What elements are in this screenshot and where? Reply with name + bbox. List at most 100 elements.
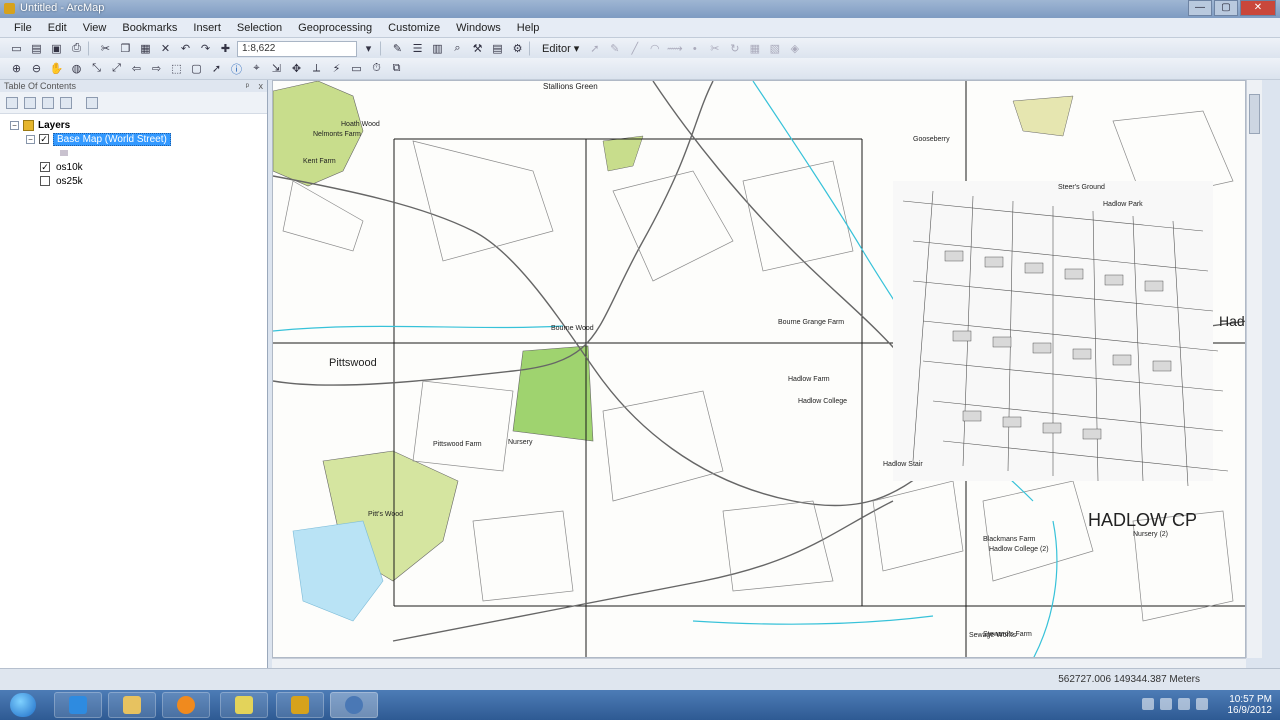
map-scale-input[interactable]: 1:8,622 xyxy=(237,40,357,57)
catalog-icon[interactable]: ▥ xyxy=(429,40,446,57)
time-slider-icon[interactable]: ⏱ xyxy=(368,60,385,77)
create-features-icon[interactable]: ◈ xyxy=(786,40,803,57)
zoom-in-icon[interactable]: ⊕ xyxy=(8,60,25,77)
list-by-drawing-order-icon[interactable] xyxy=(6,96,18,109)
tray-arrow-icon[interactable] xyxy=(1142,698,1154,710)
trace-icon[interactable]: ⟿ xyxy=(666,40,683,57)
menu-windows[interactable]: Windows xyxy=(448,22,509,34)
editor-menu[interactable]: Editor ▾ xyxy=(538,42,583,55)
minimize-button[interactable]: — xyxy=(1188,0,1212,16)
menu-edit[interactable]: Edit xyxy=(40,22,75,34)
taskbar-media-player[interactable] xyxy=(162,692,210,718)
fixed-zoom-in-icon[interactable]: ⤡ xyxy=(88,60,105,77)
taskbar-arccatalog[interactable] xyxy=(330,692,378,718)
hyperlink-icon[interactable]: ⚡ xyxy=(328,60,345,77)
list-by-selection-icon[interactable] xyxy=(60,96,72,109)
clear-selection-icon[interactable]: ▢ xyxy=(188,60,205,77)
close-button[interactable]: ✕ xyxy=(1240,0,1276,16)
arctoolbox-icon[interactable]: ⚒ xyxy=(469,40,486,57)
add-data-icon[interactable]: ✚ xyxy=(217,40,234,57)
map-horizontal-scrollbar[interactable] xyxy=(272,658,1246,668)
create-viewer-icon[interactable]: ⧉ xyxy=(388,60,405,77)
menu-file[interactable]: File xyxy=(6,22,40,34)
find-route-icon[interactable]: ⇲ xyxy=(268,60,285,77)
collapse-icon[interactable]: − xyxy=(10,120,19,130)
map-vertical-scrollbar[interactable] xyxy=(1246,80,1262,658)
layers-group-row[interactable]: − Layers xyxy=(0,118,267,132)
model-builder-icon[interactable]: ⚙ xyxy=(509,40,526,57)
edit-tool-icon[interactable]: ➚ xyxy=(586,40,603,57)
volume-icon[interactable] xyxy=(1196,698,1208,710)
taskbar-arcmap[interactable] xyxy=(276,692,324,718)
rotate-tool-icon[interactable]: ↻ xyxy=(726,40,743,57)
taskbar-help[interactable] xyxy=(220,692,268,718)
sketch-tool-icon[interactable]: ✎ xyxy=(606,40,623,57)
network-icon[interactable] xyxy=(1178,698,1190,710)
delete-icon[interactable]: ✕ xyxy=(157,40,174,57)
identify-icon[interactable]: ⓘ xyxy=(228,60,245,77)
end-point-arc-icon[interactable]: ◠ xyxy=(646,40,663,57)
straight-segment-icon[interactable]: ╱ xyxy=(626,40,643,57)
redo-icon[interactable]: ↷ xyxy=(197,40,214,57)
layer-row-basemap[interactable]: − ✓ Base Map (World Street) xyxy=(0,132,267,146)
undo-icon[interactable]: ↶ xyxy=(177,40,194,57)
new-document-icon[interactable]: ▭ xyxy=(8,40,25,57)
layer-visibility-checkbox[interactable]: ✓ xyxy=(39,134,49,144)
expand-icon[interactable]: − xyxy=(26,134,35,144)
menu-view[interactable]: View xyxy=(75,22,115,34)
cut-icon[interactable]: ✂ xyxy=(97,40,114,57)
measure-icon[interactable]: ⟂ xyxy=(308,60,325,77)
taskbar-internet-explorer[interactable] xyxy=(54,692,102,718)
editor-toolbar-icon[interactable]: ✎ xyxy=(389,40,406,57)
menu-geoprocessing[interactable]: Geoprocessing xyxy=(290,22,380,34)
go-to-xy-icon[interactable]: ✥ xyxy=(288,60,305,77)
options-icon[interactable] xyxy=(86,96,98,109)
menu-bookmarks[interactable]: Bookmarks xyxy=(114,22,185,34)
zoom-out-icon[interactable]: ⊖ xyxy=(28,60,45,77)
map-canvas[interactable]: Stallions Green Pittswood Pitt's Wood HA… xyxy=(273,81,1246,658)
layer-row-os25k[interactable]: os25k xyxy=(0,174,267,188)
layers-root-label[interactable]: Layers xyxy=(38,120,70,131)
full-extent-icon[interactable]: ◍ xyxy=(68,60,85,77)
fixed-zoom-out-icon[interactable]: ⤢ xyxy=(108,60,125,77)
open-folder-icon[interactable]: ▤ xyxy=(28,40,45,57)
python-icon[interactable]: ▤ xyxy=(489,40,506,57)
list-by-source-icon[interactable] xyxy=(24,96,36,109)
search-icon[interactable]: ⌕ xyxy=(449,40,466,57)
layer-name-basemap[interactable]: Base Map (World Street) xyxy=(53,132,171,146)
save-icon[interactable]: ▣ xyxy=(48,40,65,57)
find-icon[interactable]: ⌖ xyxy=(248,60,265,77)
paste-icon[interactable]: ▦ xyxy=(137,40,154,57)
clock[interactable]: 10:57 PM 16/9/2012 xyxy=(1228,694,1273,716)
layer-visibility-checkbox[interactable]: ✓ xyxy=(40,162,50,172)
pan-icon[interactable]: ✋ xyxy=(48,60,65,77)
menu-help[interactable]: Help xyxy=(509,22,548,34)
layer-name-os25k[interactable]: os25k xyxy=(56,176,83,187)
taskbar-explorer[interactable] xyxy=(108,692,156,718)
map-view[interactable]: Stallions Green Pittswood Pitt's Wood HA… xyxy=(272,80,1246,658)
layer-visibility-checkbox[interactable] xyxy=(40,176,50,186)
attributes-icon[interactable]: ▦ xyxy=(746,40,763,57)
print-icon[interactable]: ⎙ xyxy=(68,40,85,57)
forward-extent-icon[interactable]: ⇨ xyxy=(148,60,165,77)
start-button[interactable] xyxy=(10,693,36,717)
select-features-icon[interactable]: ⬚ xyxy=(168,60,185,77)
table-of-contents-icon[interactable]: ☰ xyxy=(409,40,426,57)
close-panel-icon[interactable]: x xyxy=(259,80,264,92)
menu-selection[interactable]: Selection xyxy=(229,22,290,34)
layer-name-os10k[interactable]: os10k xyxy=(56,162,83,173)
back-extent-icon[interactable]: ⇦ xyxy=(128,60,145,77)
list-by-visibility-icon[interactable] xyxy=(42,96,54,109)
scrollbar-thumb[interactable] xyxy=(1249,94,1260,134)
sketch-properties-icon[interactable]: ▧ xyxy=(766,40,783,57)
point-icon[interactable]: • xyxy=(686,40,703,57)
flag-icon[interactable] xyxy=(1160,698,1172,710)
html-popup-icon[interactable]: ▭ xyxy=(348,60,365,77)
select-elements-icon[interactable]: ➚ xyxy=(208,60,225,77)
pin-icon[interactable]: ᵖ xyxy=(246,80,249,92)
copy-icon[interactable]: ❐ xyxy=(117,40,134,57)
split-tool-icon[interactable]: ✂ xyxy=(706,40,723,57)
maximize-button[interactable]: ▢ xyxy=(1214,0,1238,16)
menu-insert[interactable]: Insert xyxy=(185,22,229,34)
layer-row-os10k[interactable]: ✓ os10k xyxy=(0,160,267,174)
